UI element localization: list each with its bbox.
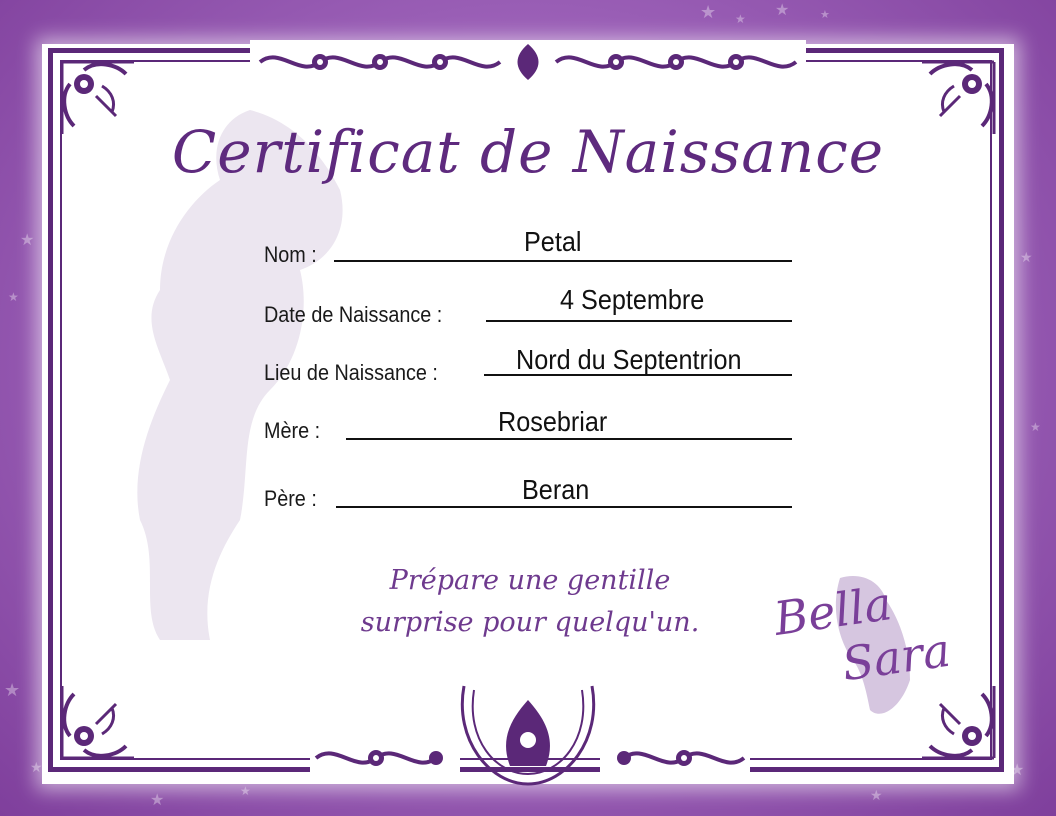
field-value: Nord du Septentrion [516, 344, 742, 375]
star-icon: ★ [150, 790, 165, 809]
field-label: Date de Naissance : [264, 302, 443, 327]
swirl-ornament-icon [600, 738, 750, 778]
brand-logo: Bella Sara [770, 570, 970, 720]
swirl-ornament-icon [250, 40, 806, 84]
field-value: Rosebriar [498, 406, 608, 437]
horseshoe-ornament-icon [460, 685, 596, 786]
star-icon: ★ [1020, 250, 1033, 266]
field-underline [346, 438, 792, 440]
field-row-nom: Nom : Petal [264, 226, 792, 268]
field-value: Beran [522, 474, 590, 505]
field-label: Lieu de Naissance : [264, 360, 438, 385]
motto-text: Prépare une gentille surprise pour quelq… [300, 560, 760, 644]
field-row-mere: Mère : Rosebriar [264, 404, 792, 444]
field-value: Petal [524, 226, 582, 257]
motto-line: Prépare une gentille [389, 565, 671, 596]
field-label: Nom : [264, 242, 317, 267]
field-value: 4 Septembre [560, 284, 705, 315]
field-label: Père : [264, 486, 317, 511]
field-row-lieu: Lieu de Naissance : Nord du Septentrion [264, 344, 792, 386]
star-icon: ★ [30, 760, 43, 776]
star-icon: ★ [240, 784, 251, 798]
star-icon: ★ [870, 788, 883, 804]
field-row-pere: Père : Beran [264, 472, 792, 512]
motto-line: surprise pour quelqu'un. [360, 607, 700, 638]
star-icon: ★ [8, 290, 19, 304]
corner-ornament-icon [60, 686, 134, 760]
star-icon: ★ [820, 8, 830, 21]
field-underline [486, 320, 792, 322]
star-icon: ★ [775, 0, 790, 19]
star-icon: ★ [700, 2, 717, 23]
field-underline [336, 506, 792, 508]
star-icon: ★ [735, 12, 746, 26]
certificate-title: Certificat de Naissance [171, 118, 885, 186]
star-icon: ★ [20, 230, 35, 249]
swirl-ornament-icon [310, 738, 460, 778]
field-label: Mère : [264, 418, 321, 443]
star-icon: ★ [4, 680, 21, 701]
star-icon: ★ [1030, 420, 1041, 434]
field-underline [334, 260, 792, 262]
field-row-date: Date de Naissance : 4 Septembre [264, 284, 792, 328]
